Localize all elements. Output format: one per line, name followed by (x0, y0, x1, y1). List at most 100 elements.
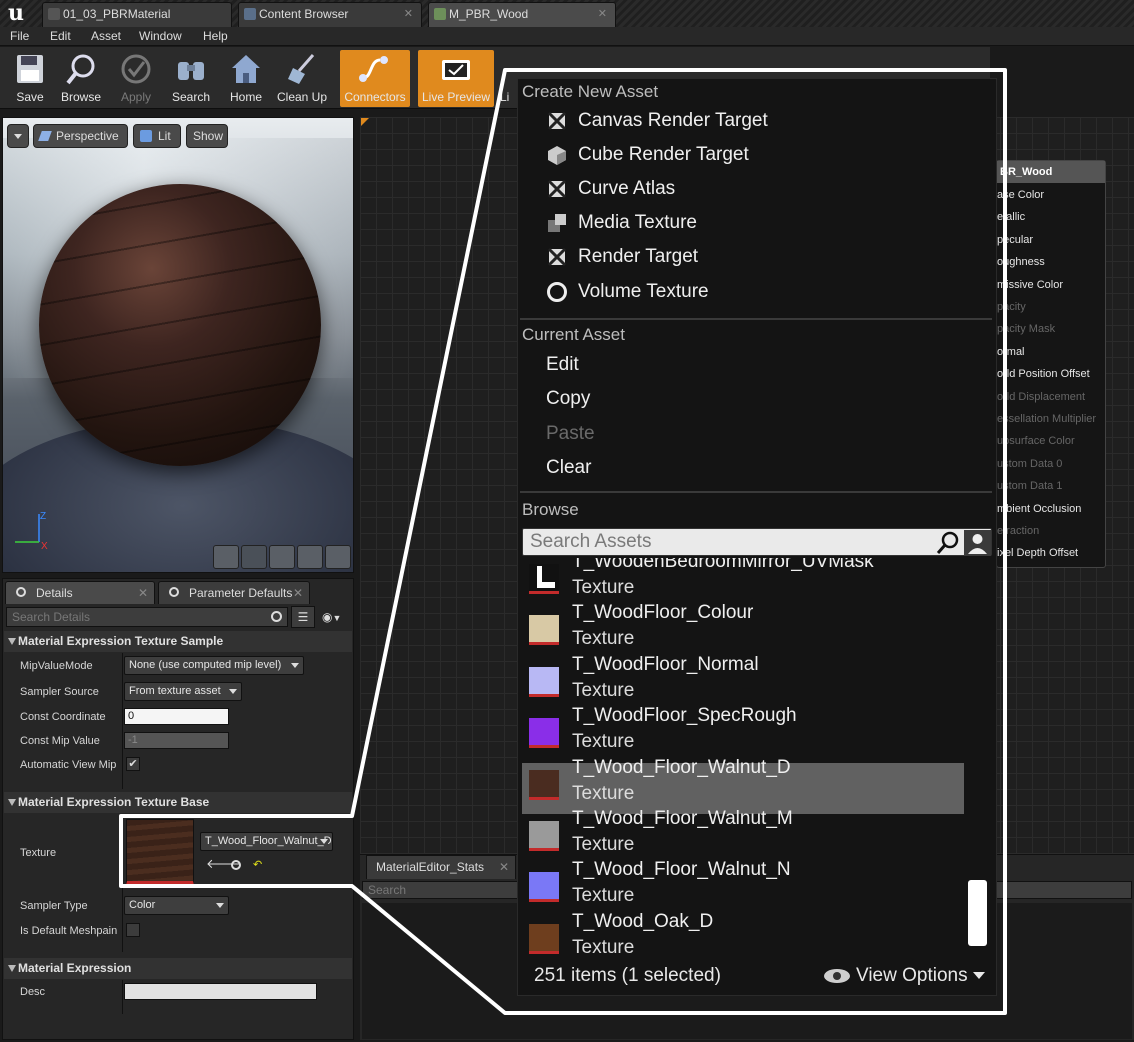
mipvaluemode-dropdown[interactable]: None (use computed mip level) (124, 656, 304, 675)
const-coordinate-field[interactable]: 0 (124, 708, 229, 725)
lit-button[interactable]: Lit (133, 124, 181, 148)
asset-list-item[interactable]: T_Wood_Floor_Walnut_N Texture (522, 859, 964, 916)
asset-list-item[interactable]: T_WoodFloor_Colour Texture (522, 602, 964, 659)
asset-list-item[interactable]: T_Wood_Floor_Walnut_M Texture (522, 808, 964, 865)
node-pin[interactable]: ase Color (997, 189, 1044, 201)
current-copy-item[interactable]: Copy (546, 388, 590, 410)
home-button[interactable]: Home (218, 50, 274, 107)
create-cube-render-target[interactable]: Cube Render Target (546, 144, 749, 166)
tab-material-stats[interactable]: MaterialEditor_Stats ✕ (366, 855, 516, 879)
desc-field[interactable] (124, 983, 317, 1000)
viewport-options-button[interactable] (7, 124, 29, 148)
section-texture-sample[interactable]: Material Expression Texture Sample (4, 631, 352, 652)
browse-button[interactable]: Browse (53, 50, 109, 107)
node-pin[interactable]: missive Color (997, 279, 1063, 291)
node-pin[interactable]: orld Displacement (997, 391, 1085, 403)
view-options-button[interactable]: View Options (824, 965, 985, 987)
material-icon (434, 8, 446, 20)
node-pin[interactable]: pacity (997, 301, 1026, 313)
tab-label: 01_03_PBRMaterial (63, 7, 171, 21)
node-pin[interactable]: ixel Depth Offset (997, 547, 1078, 559)
is-default-meshpaint-checkbox[interactable] (126, 923, 140, 937)
node-pin[interactable]: pacity Mask (997, 323, 1055, 335)
const-mip-value-field[interactable]: -1 (124, 732, 229, 749)
search-button[interactable]: Search (163, 50, 219, 107)
node-pin[interactable]: etallic (997, 211, 1025, 223)
node-pin[interactable]: ubsurface Color (997, 435, 1075, 447)
sampler-type-dropdown[interactable]: Color (124, 896, 229, 915)
asset-list-item[interactable]: T_WoodFloor_SpecRough Texture (522, 705, 964, 762)
asset-list-scrollbar[interactable] (967, 558, 989, 957)
close-icon[interactable]: ✕ (598, 3, 607, 25)
separator (520, 318, 992, 320)
menu-edit[interactable]: Edit (50, 28, 71, 45)
asset-list-item[interactable]: T_WoodFloor_Normal Texture (522, 654, 964, 711)
close-icon[interactable]: ✕ (404, 3, 413, 25)
section-texture-base[interactable]: Material Expression Texture Base (4, 792, 352, 813)
user-filter-button[interactable] (964, 530, 991, 556)
node-pin[interactable]: ormal (997, 346, 1025, 358)
current-clear-item[interactable]: Clear (546, 457, 591, 479)
node-pin[interactable]: efraction (997, 525, 1039, 537)
create-render-target[interactable]: Render Target (546, 246, 698, 268)
create-media-texture[interactable]: Media Texture (546, 212, 697, 234)
connectors-button[interactable]: Connectors (340, 50, 410, 107)
preview-viewport[interactable]: Perspective Lit Show ZX (2, 117, 354, 573)
automatic-view-mip-checkbox[interactable]: ✔ (126, 757, 140, 771)
create-volume-texture[interactable]: Volume Texture (546, 281, 709, 303)
node-pin[interactable]: pecular (997, 234, 1033, 246)
node-pin[interactable]: ustom Data 1 (997, 480, 1062, 492)
show-button[interactable]: Show (186, 124, 228, 148)
create-canvas-render-target[interactable]: Canvas Render Target (546, 110, 768, 132)
live-preview-button[interactable]: Live Preview (418, 50, 494, 107)
close-icon[interactable]: ✕ (499, 856, 509, 878)
visibility-options-button[interactable]: ◉▼ (319, 606, 353, 628)
apply-button[interactable]: Apply (108, 50, 164, 107)
plane-shape-icon[interactable] (269, 545, 295, 569)
current-paste-item[interactable]: Paste (546, 423, 595, 445)
node-pin[interactable]: orld Position Offset (997, 368, 1090, 380)
texture-asset-combo[interactable]: T_Wood_Floor_Walnut_D (200, 832, 333, 851)
scrollbar-thumb[interactable] (968, 880, 987, 946)
tab-parameter-defaults[interactable]: Parameter Defaults ✕ (158, 581, 310, 604)
asset-list-item[interactable]: T_WoodenBedroomMirror_UVMask Texture (522, 558, 964, 608)
asset-list-item[interactable]: T_Wood_Oak_D Texture (522, 911, 964, 957)
sphere-shape-icon[interactable] (241, 545, 267, 569)
details-search-input[interactable]: Search Details (6, 607, 288, 627)
sampler-source-dropdown[interactable]: From texture asset (124, 682, 242, 701)
property-matrix-button[interactable]: ☰ (291, 606, 315, 628)
texture-thumbnail[interactable] (126, 819, 194, 885)
node-pin[interactable]: mbient Occlusion (997, 503, 1081, 515)
tab-level[interactable]: 01_03_PBRMaterial (42, 2, 232, 27)
perspective-button[interactable]: Perspective (33, 124, 128, 148)
cube-shape-icon[interactable] (297, 545, 323, 569)
create-curve-atlas[interactable]: Curve Atlas (546, 178, 675, 200)
section-material-expression[interactable]: Material Expression (4, 958, 352, 979)
tab-details[interactable]: Details ✕ (5, 581, 155, 604)
node-pin[interactable]: oughness (997, 256, 1045, 268)
menu-file[interactable]: File (10, 28, 29, 45)
preview-shape-bar (213, 545, 353, 571)
close-icon[interactable]: ✕ (138, 582, 148, 604)
cylinder-shape-icon[interactable] (213, 545, 239, 569)
prop-label-sampler-type: Sampler Type (20, 900, 88, 912)
tab-content-browser[interactable]: Content Browser ✕ (238, 2, 422, 27)
search-icon[interactable] (935, 530, 961, 556)
menu-asset[interactable]: Asset (91, 28, 121, 45)
close-icon[interactable]: ✕ (293, 582, 303, 604)
menu-help[interactable]: Help (203, 28, 228, 45)
save-button[interactable]: Save (2, 50, 58, 107)
asset-list-item[interactable]: T_Wood_Floor_Walnut_D Texture (522, 757, 964, 814)
current-edit-item[interactable]: Edit (546, 354, 579, 376)
magnifier-icon (16, 587, 26, 597)
node-pin[interactable]: essellation Multiplier (997, 413, 1096, 425)
menu-window[interactable]: Window (139, 28, 182, 45)
tab-material[interactable]: M_PBR_Wood ✕ (428, 2, 616, 27)
material-result-node[interactable]: BR_Wood ase Color etallic pecular oughness m… (996, 160, 1106, 568)
browse-magnifier-icon[interactable] (231, 860, 241, 870)
clean-up-button[interactable]: Clean Up (274, 50, 330, 107)
mesh-shape-icon[interactable] (325, 545, 351, 569)
node-pin[interactable]: ustom Data 0 (997, 458, 1062, 470)
asset-search-input[interactable] (526, 530, 931, 554)
reset-to-default-icon[interactable]: ↶ (253, 858, 262, 871)
